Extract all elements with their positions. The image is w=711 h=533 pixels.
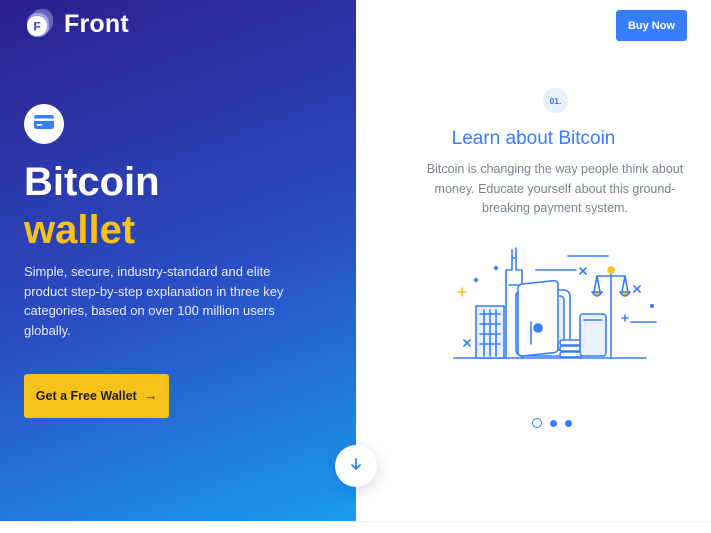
step-badge: 01. <box>543 88 568 113</box>
cta-label: Get a Free Wallet <box>35 389 137 403</box>
hero-title-line2: wallet <box>24 208 136 252</box>
brand-name: Front <box>64 9 129 38</box>
slide-text: Bitcoin is changing the way people think… <box>426 162 684 215</box>
slider-dot-3[interactable] <box>565 419 572 427</box>
slide-title: Learn about Bitcoin <box>451 128 616 149</box>
card-icon-badge <box>24 104 64 144</box>
next-section-edge <box>0 521 711 533</box>
slider-dots <box>532 418 572 428</box>
get-free-wallet-button[interactable]: Get a Free Wallet → <box>24 374 169 418</box>
hero-title-line1: Bitcoin <box>24 160 160 204</box>
brand-logo-icon: F <box>24 8 56 40</box>
arrow-right-icon: → <box>144 389 158 403</box>
credit-card-icon <box>34 114 54 134</box>
bitcoin-city-illustration: $ <box>446 240 666 370</box>
hero-description: Simple, secure, industry-standard and el… <box>24 264 284 338</box>
brand-logo-letter: F <box>33 20 40 34</box>
hero-left-panel: F Front Bitcoin wallet Simple, secure, i… <box>0 0 356 521</box>
brand[interactable]: F Front <box>24 8 129 40</box>
slider-dot-2[interactable] <box>550 419 557 427</box>
scroll-down-button[interactable] <box>335 445 377 487</box>
slider-dot-1[interactable] <box>532 418 542 428</box>
buy-now-button[interactable]: Buy Now <box>616 10 687 41</box>
arrow-down-icon <box>349 457 363 476</box>
